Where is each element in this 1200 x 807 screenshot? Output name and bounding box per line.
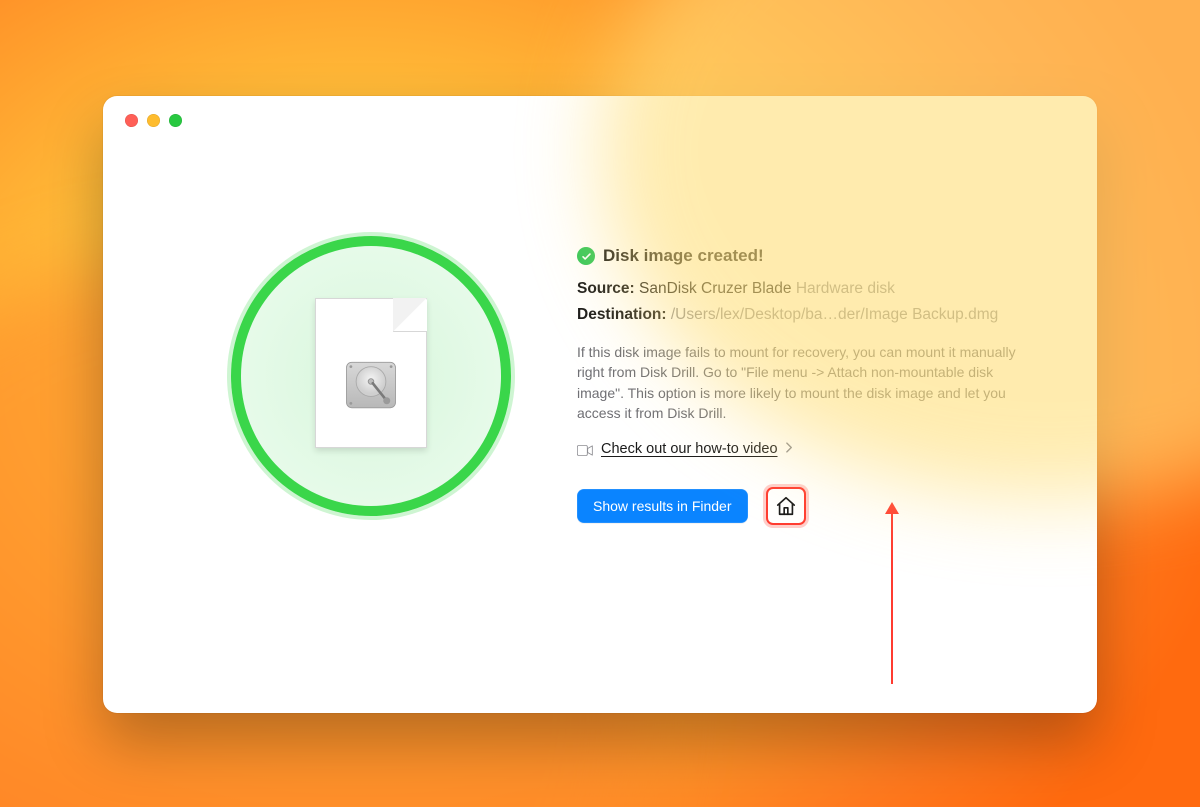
home-icon (775, 495, 797, 517)
help-text: If this disk image fails to mount for re… (577, 342, 1017, 423)
annotation-arrow (891, 512, 893, 684)
show-in-finder-button[interactable]: Show results in Finder (577, 489, 748, 523)
howto-link-row: Check out our how-to video (577, 441, 1033, 457)
source-name: SanDisk Cruzer Blade (639, 280, 791, 297)
source-row: Source: SanDisk Cruzer Blade Hardware di… (577, 280, 1033, 298)
hard-drive-icon (343, 357, 399, 413)
home-button[interactable] (766, 487, 806, 525)
disk-image-file-icon (315, 298, 427, 448)
chevron-right-icon (786, 441, 793, 457)
video-camera-icon (577, 444, 593, 455)
destination-path: /Users/lex/Desktop/ba…der/Image Backup.d… (671, 306, 998, 323)
app-window: Disk image created! Source: SanDisk Cruz… (103, 96, 1097, 713)
source-kind: Hardware disk (796, 280, 895, 297)
action-row: Show results in Finder (577, 487, 1033, 525)
details-pane: Disk image created! Source: SanDisk Cruz… (577, 96, 1097, 713)
illustration-pane (103, 96, 577, 713)
status-headline: Disk image created! (577, 246, 1033, 266)
howto-video-link[interactable]: Check out our how-to video (601, 441, 778, 457)
destination-label: Destination: (577, 306, 667, 323)
success-illustration (231, 236, 511, 516)
destination-row: Destination: /Users/lex/Desktop/ba…der/I… (577, 306, 1033, 324)
success-check-icon (577, 247, 595, 265)
source-label: Source: (577, 280, 635, 297)
status-title: Disk image created! (603, 246, 764, 266)
dialog-content: Disk image created! Source: SanDisk Cruz… (103, 96, 1097, 713)
